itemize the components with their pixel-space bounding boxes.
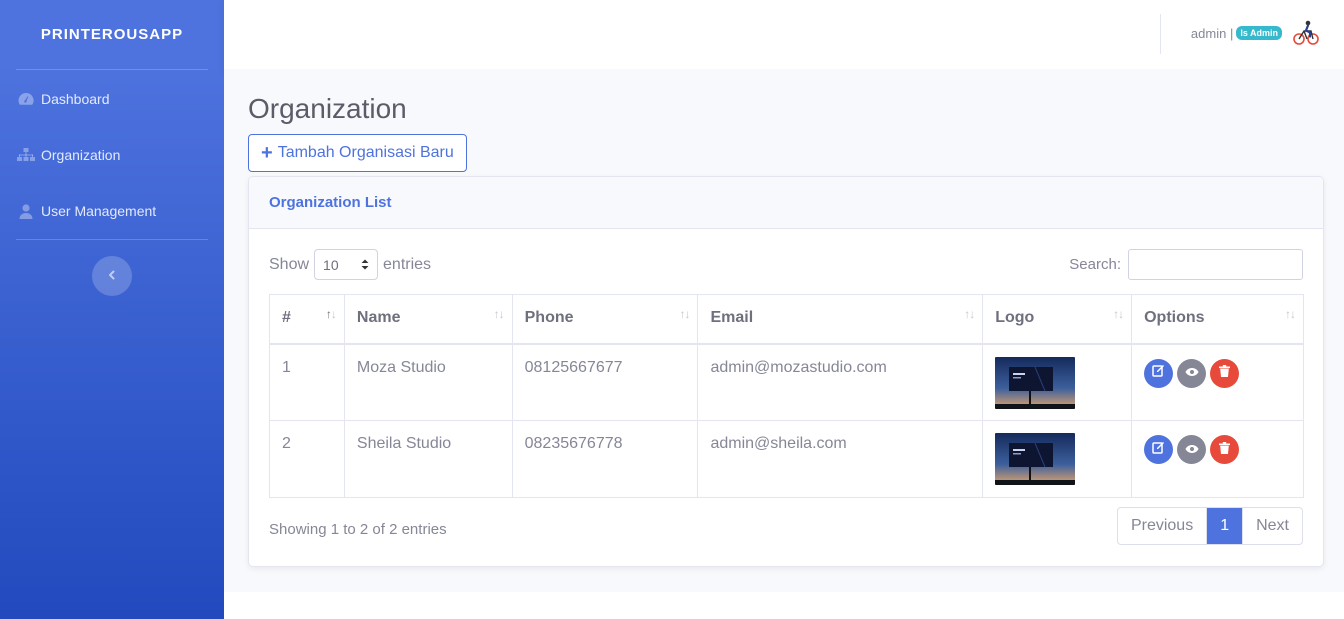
billboard-logo-image xyxy=(995,356,1076,409)
page-title: Organization xyxy=(248,93,407,124)
topbar: admin | Is Admin xyxy=(224,0,1344,69)
sidebar-item-organization[interactable]: Organization xyxy=(0,127,224,183)
sidebar-divider xyxy=(16,69,208,70)
column-header-options[interactable]: Options ↑↓ xyxy=(1131,294,1304,345)
main-content: Organization + Tambah Organisasi Baru Or… xyxy=(224,69,1344,592)
brand-title[interactable]: PRINTEROUSAPP xyxy=(0,0,224,69)
footer xyxy=(224,592,1344,619)
entries-select[interactable]: 10 xyxy=(314,249,379,280)
show-label: Show xyxy=(269,255,310,273)
cell-phone: 08235676778 xyxy=(511,420,699,498)
cell-logo xyxy=(982,420,1133,498)
add-organization-label: Tambah Organisasi Baru xyxy=(277,144,454,161)
edit-icon xyxy=(1152,441,1165,459)
sort-icon: ↑↓ xyxy=(493,307,505,321)
sidebar-item-dashboard[interactable]: Dashboard xyxy=(0,71,224,127)
sidebar-item-label: Dashboard xyxy=(41,91,110,107)
edit-button[interactable] xyxy=(1144,435,1174,464)
table-search: Search: xyxy=(1069,249,1303,280)
entries-length-control: Show 10 entries xyxy=(269,249,431,280)
sidebar-toggle-button[interactable] xyxy=(92,256,132,296)
user-dropdown[interactable]: admin | Is Admin xyxy=(1191,16,1322,50)
cell-logo xyxy=(982,343,1133,421)
cell-no: 2 xyxy=(269,420,345,498)
table-info: Showing 1 to 2 of 2 entries xyxy=(269,521,447,538)
sort-icon: ↑↓ xyxy=(1285,307,1296,321)
edit-icon xyxy=(1152,364,1165,382)
add-organization-button[interactable]: + Tambah Organisasi Baru xyxy=(248,134,467,172)
organization-list-card: Organization List Show 10 entries Search… xyxy=(248,176,1324,567)
sort-icon: ↑↓ xyxy=(679,307,690,321)
table-row: 2 Sheila Studio 08235676778 admin@sheila… xyxy=(269,420,1304,498)
organization-table: # ↑↓ Name ↑↓ Phone ↑↓ Email ↑↓ Logo ↑↓ O… xyxy=(269,294,1304,498)
sort-icon: ↑↓ xyxy=(325,307,337,321)
eye-icon xyxy=(1185,441,1199,459)
sidebar-item-label: Organization xyxy=(41,147,121,163)
entries-label: entries xyxy=(383,255,432,273)
column-header-name[interactable]: Name ↑↓ xyxy=(343,294,513,345)
billboard-logo-image xyxy=(995,433,1076,485)
sort-icon: ↑↓ xyxy=(964,307,975,321)
dashboard-gauge-icon xyxy=(17,91,35,107)
cell-email: admin@sheila.com xyxy=(697,420,984,498)
column-header-phone[interactable]: Phone ↑↓ xyxy=(511,294,699,345)
card-title: Organization List xyxy=(249,177,1323,229)
page-1-button[interactable]: 1 xyxy=(1207,508,1243,544)
pagination: Previous 1 Next xyxy=(1116,507,1303,545)
cell-email: admin@mozastudio.com xyxy=(697,343,984,421)
user-name: admin | xyxy=(1190,25,1234,41)
user-icon xyxy=(17,203,35,219)
column-header-email[interactable]: Email ↑↓ xyxy=(697,294,984,345)
edit-button[interactable] xyxy=(1144,358,1174,388)
row-actions xyxy=(1144,358,1291,388)
sort-icon: ↑↓ xyxy=(1113,307,1124,321)
cell-name: Moza Studio xyxy=(343,343,513,421)
cell-options xyxy=(1131,420,1304,498)
delete-button[interactable] xyxy=(1210,358,1240,388)
sidebar-divider xyxy=(16,239,208,240)
cyclist-avatar-icon[interactable] xyxy=(1290,17,1322,49)
role-badge: Is Admin xyxy=(1236,26,1282,40)
cell-phone: 08125667677 xyxy=(511,343,699,421)
column-header-logo[interactable]: Logo ↑↓ xyxy=(982,294,1133,345)
search-input[interactable] xyxy=(1128,249,1303,280)
delete-button[interactable] xyxy=(1210,435,1240,464)
select-updown-icon xyxy=(361,257,369,273)
next-page-button[interactable]: Next xyxy=(1242,508,1302,544)
column-header-no[interactable]: # ↑↓ xyxy=(269,294,345,345)
view-button[interactable] xyxy=(1177,435,1207,464)
search-label: Search: xyxy=(1069,256,1121,273)
topbar-divider xyxy=(1160,14,1161,54)
sidebar: PRINTEROUSAPP Dashboard Organization Use… xyxy=(0,0,224,619)
cell-options xyxy=(1131,343,1304,421)
trash-icon xyxy=(1219,441,1231,459)
cell-name: Sheila Studio xyxy=(343,420,513,498)
entries-select-value: 10 xyxy=(323,256,339,273)
sidebar-toggle-wrap xyxy=(0,256,224,296)
chevron-left-icon xyxy=(107,267,117,285)
cell-no: 1 xyxy=(269,343,345,421)
eye-icon xyxy=(1185,364,1199,382)
table-row: 1 Moza Studio 08125667677 admin@mozastud… xyxy=(269,343,1304,421)
plus-icon: + xyxy=(261,142,273,164)
sidebar-item-label: User Management xyxy=(41,203,157,219)
sidebar-item-user-management[interactable]: User Management xyxy=(0,183,224,239)
previous-page-button[interactable]: Previous xyxy=(1118,508,1208,544)
sitemap-icon xyxy=(17,147,35,163)
view-button[interactable] xyxy=(1177,358,1207,388)
row-actions xyxy=(1144,435,1291,464)
trash-icon xyxy=(1219,364,1231,382)
